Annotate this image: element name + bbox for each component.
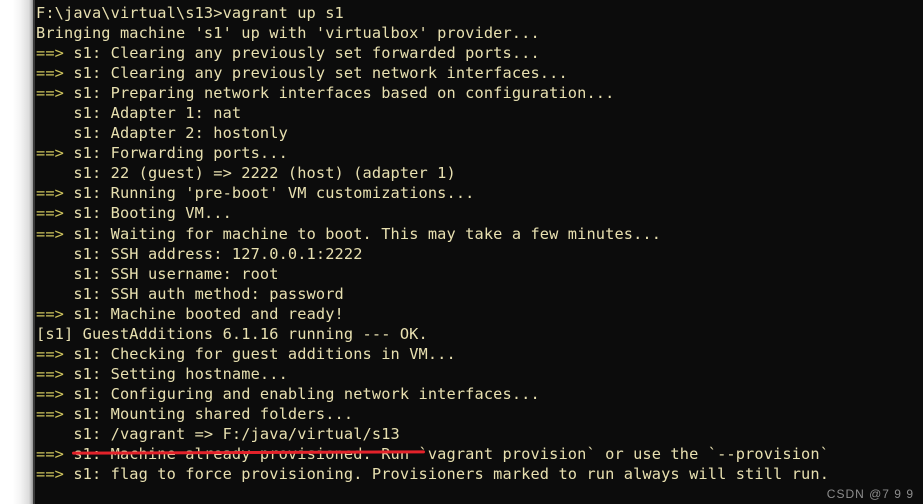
console-line-text: s1: 22 (guest) => 2222 (host) (adapter 1… [36, 164, 456, 183]
console-line-text: s1: SSH auth method: password [36, 284, 344, 303]
arrow-prefix-icon: ==> [36, 364, 64, 383]
console-line: s1: 22 (guest) => 2222 (host) (adapter 1… [36, 163, 923, 183]
console-line: F:\java\virtual\s13>vagrant up s1 [36, 3, 923, 23]
console-line: ==> s1: Clearing any previously set netw… [36, 63, 923, 83]
console-line: ==> s1: Running 'pre-boot' VM customizat… [36, 183, 923, 203]
console-line-text: s1: Adapter 2: hostonly [36, 124, 288, 143]
arrow-prefix-icon: ==> [36, 44, 64, 63]
console-line: s1: /vagrant => F:/java/virtual/s13 [36, 424, 923, 444]
console-line: s1: SSH address: 127.0.0.1:2222 [36, 244, 923, 264]
console-line: s1: SSH username: root [36, 264, 923, 284]
console-line: [s1] GuestAdditions 6.1.16 running --- O… [36, 324, 923, 344]
console-line-text: s1: flag to force provisioning. Provisio… [64, 465, 830, 484]
console-line: ==> s1: Checking for guest additions in … [36, 344, 923, 364]
arrow-prefix-icon: ==> [36, 184, 64, 203]
arrow-prefix-icon: ==> [36, 384, 64, 403]
console-line: ==> s1: Preparing network interfaces bas… [36, 83, 923, 103]
page-background-strip [0, 0, 33, 504]
arrow-prefix-icon: ==> [36, 224, 64, 243]
console-line-text: s1: Configuring and enabling network int… [64, 384, 540, 403]
console-line: ==> s1: Configuring and enabling network… [36, 384, 923, 404]
arrow-prefix-icon: ==> [36, 445, 64, 464]
arrow-prefix-icon: ==> [36, 465, 64, 484]
command-prompt-window[interactable]: F:\java\virtual\s13>vagrant up s1 Bringin… [35, 0, 923, 504]
csdn-watermark: CSDN @7 9 9 [826, 487, 914, 501]
console-line-text: s1: Adapter 1: nat [36, 104, 242, 123]
arrow-prefix-icon: ==> [36, 84, 64, 103]
arrow-prefix-icon: ==> [36, 404, 64, 423]
console-line: ==> s1: Forwarding ports... [36, 143, 923, 163]
console-line-text: s1: Mounting shared folders... [64, 404, 354, 423]
console-line: ==> s1: flag to force provisioning. Prov… [36, 464, 923, 484]
console-line: ==> s1: Mounting shared folders... [36, 404, 923, 424]
arrow-prefix-icon: ==> [36, 304, 64, 323]
console-line: ==> s1: Machine booted and ready! [36, 304, 923, 324]
console-line-text: s1: Running 'pre-boot' VM customizations… [64, 184, 475, 203]
console-line: ==> s1: Booting VM... [36, 203, 923, 223]
console-line-text: [s1] GuestAdditions 6.1.16 running --- O… [36, 324, 428, 343]
console-line-text: s1: SSH address: 127.0.0.1:2222 [36, 244, 363, 263]
console-line-text: s1: /vagrant => F:/java/virtual/s13 [36, 424, 400, 443]
console-line-text: s1: Booting VM... [64, 204, 232, 223]
console-line-text: s1: Setting hostname... [64, 364, 288, 383]
console-line: s1: Adapter 2: hostonly [36, 123, 923, 143]
console-line-text: s1: SSH username: root [36, 264, 279, 283]
console-line-text: s1: Forwarding ports... [64, 144, 288, 163]
console-line-text: s1: Preparing network interfaces based o… [64, 84, 615, 103]
console-output: F:\java\virtual\s13>vagrant up s1 Bringin… [36, 3, 923, 484]
terminal-screenshot: F:\java\virtual\s13>vagrant up s1 Bringin… [0, 0, 923, 504]
arrow-prefix-icon: ==> [36, 144, 64, 163]
console-line: ==> s1: Clearing any previously set forw… [36, 43, 923, 63]
console-line: s1: SSH auth method: password [36, 284, 923, 304]
console-line: ==> s1: Setting hostname... [36, 364, 923, 384]
arrow-prefix-icon: ==> [36, 64, 64, 83]
console-line: s1: Adapter 1: nat [36, 103, 923, 123]
window-left-edge [33, 0, 35, 504]
console-line-text: s1: Clearing any previously set network … [64, 64, 568, 83]
console-line: ==> s1: Waiting for machine to boot. Thi… [36, 224, 923, 244]
console-line-text: s1: Waiting for machine to boot. This ma… [64, 224, 662, 243]
console-line-text: s1: Machine booted and ready! [64, 304, 344, 323]
console-line-text: Bringing machine 's1' up with 'virtualbo… [36, 24, 540, 43]
arrow-prefix-icon: ==> [36, 204, 64, 223]
console-line-text: F:\java\virtual\s13>vagrant up s1 [36, 4, 344, 22]
console-line-text: s1: Clearing any previously set forwarde… [64, 44, 540, 63]
console-line-text: s1: Checking for guest additions in VM..… [64, 344, 456, 363]
console-line: Bringing machine 's1' up with 'virtualbo… [36, 23, 923, 43]
arrow-prefix-icon: ==> [36, 344, 64, 363]
